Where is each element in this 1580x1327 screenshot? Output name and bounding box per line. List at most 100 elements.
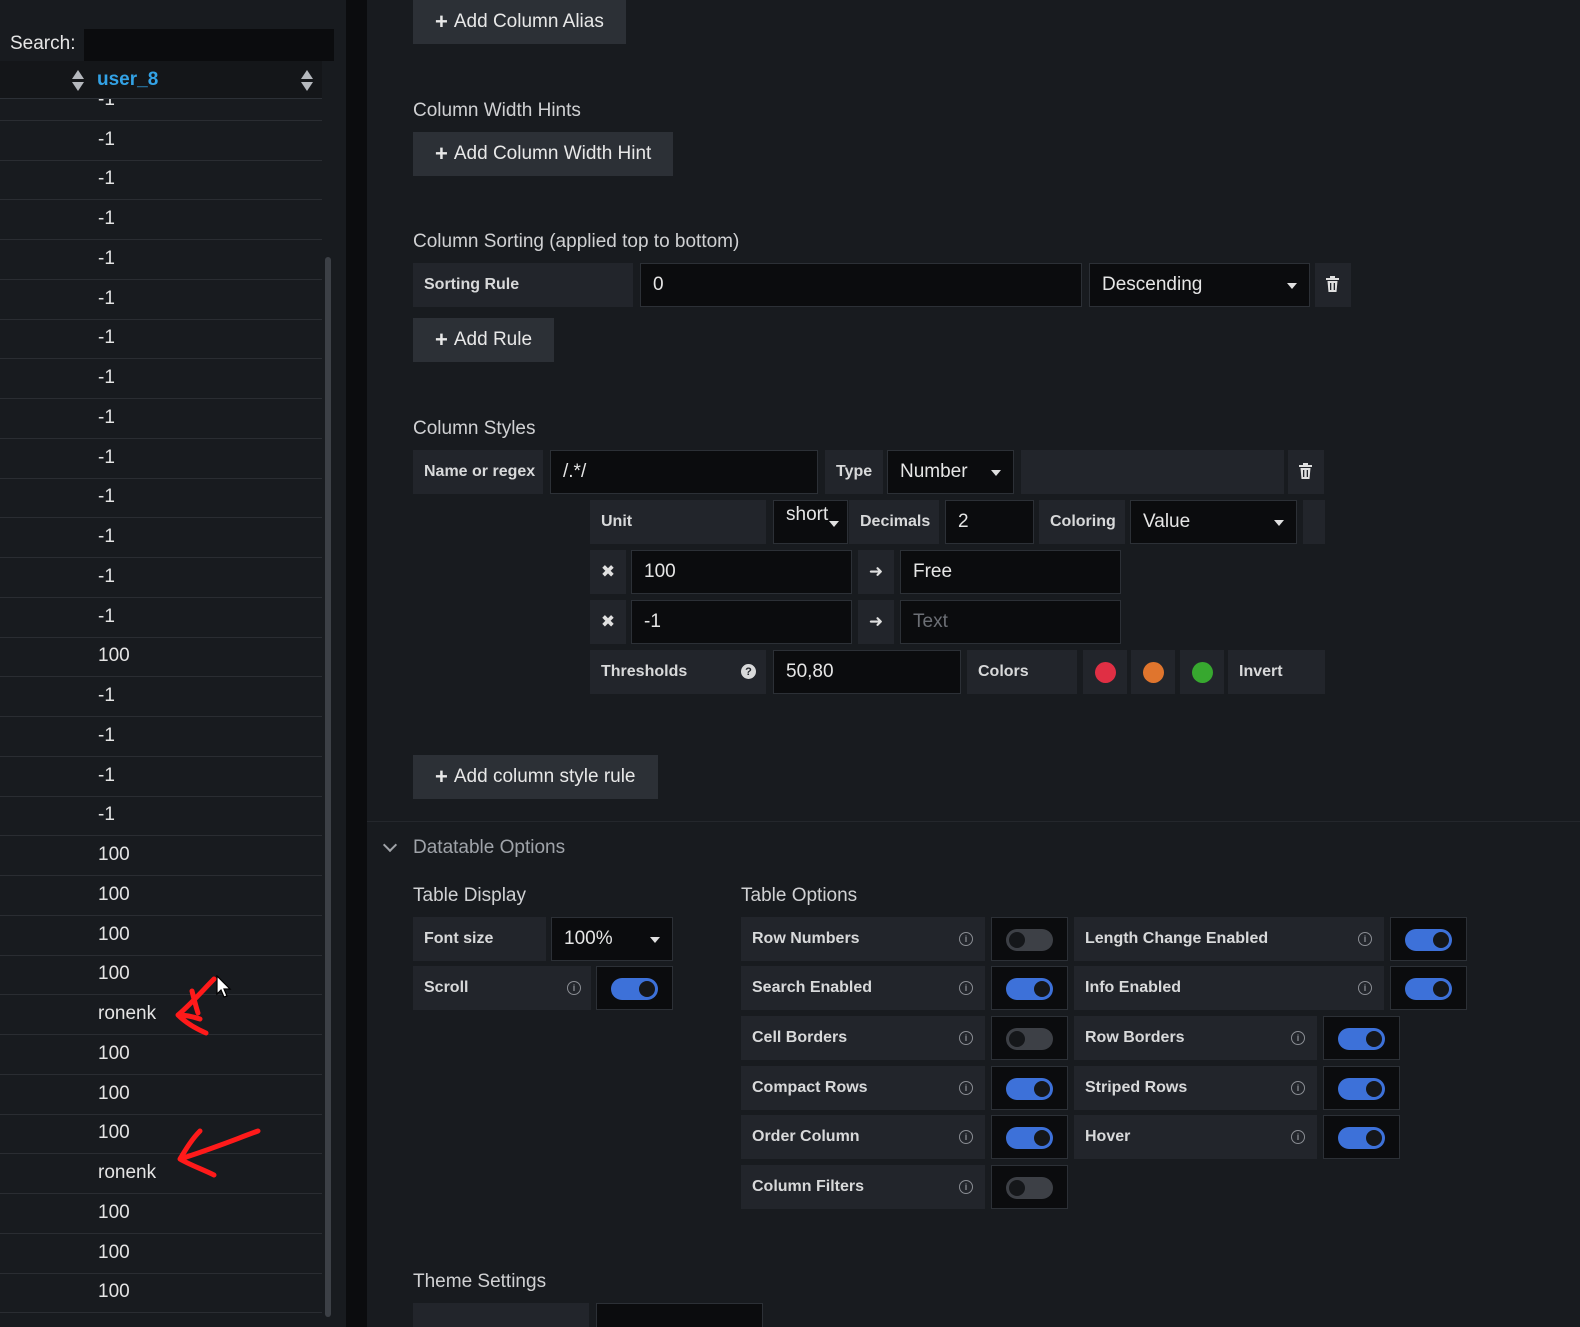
toggle-switch[interactable] [1338, 1028, 1385, 1050]
info-icon[interactable]: i [1358, 981, 1372, 995]
add-column-style-rule-button[interactable]: + Add column style rule [413, 755, 658, 799]
info-icon[interactable]: i [567, 981, 581, 995]
add-column-width-hint-button[interactable]: + Add Column Width Hint [413, 132, 674, 176]
caret-down-icon [829, 521, 839, 527]
invert-colors-button[interactable]: Invert [1228, 650, 1325, 694]
toggle-switch[interactable] [1006, 1177, 1053, 1199]
color-swatch-green[interactable] [1180, 650, 1224, 694]
table-cell: -1 [98, 565, 115, 587]
table-cell: ronenk [98, 1003, 157, 1024]
mapping-text-input[interactable]: Free [900, 550, 1121, 594]
info-icon[interactable]: i [1291, 1031, 1305, 1045]
toggle-switch[interactable] [1405, 978, 1452, 1000]
row-borders-toggle[interactable] [1323, 1016, 1400, 1060]
column-header-user-8[interactable]: user_8 [97, 69, 158, 91]
caret-down-icon [1287, 283, 1297, 289]
datatable-preview: Search: -1 -1 -1 -1 -1 -1 -1 -1 -1 -1 -1 -1 -1 -1 100 -… [0, 0, 346, 1327]
cell-borders-toggle[interactable] [991, 1016, 1068, 1060]
column-filters-toggle[interactable] [991, 1165, 1068, 1209]
search-input[interactable] [84, 29, 334, 61]
scroll-label: Scroll i [413, 966, 591, 1010]
sort-icon[interactable] [72, 70, 84, 92]
table-cell: -1 [98, 446, 115, 468]
color-swatch-red[interactable] [1083, 650, 1127, 694]
row-borders-label: Row Borders i [1074, 1016, 1317, 1060]
table-cell: 100 [98, 1241, 130, 1263]
type-extra-field [1021, 450, 1284, 494]
table-row: ronenk [0, 1154, 322, 1194]
info-icon[interactable]: i [1291, 1130, 1305, 1144]
mapping-text-input[interactable]: Text [900, 600, 1121, 644]
table-row: 100 [0, 955, 322, 996]
info-icon[interactable]: i [959, 1180, 973, 1194]
thresholds-label: Thresholds ? [590, 650, 766, 694]
remove-mapping-button[interactable]: ✖ [590, 550, 626, 594]
toggle-switch[interactable] [1006, 1028, 1053, 1050]
table-row: -1 [0, 319, 322, 360]
sorting-rule-input[interactable]: 0 [640, 263, 1082, 307]
info-enabled-toggle[interactable] [1390, 966, 1467, 1010]
chevron-down-icon[interactable] [382, 837, 398, 853]
toggle-switch[interactable] [1006, 929, 1053, 951]
scrollbar-thumb[interactable] [325, 257, 331, 1317]
table-cell: -1 [98, 168, 115, 190]
info-icon[interactable]: i [959, 1031, 973, 1045]
row-numbers-toggle[interactable] [991, 917, 1068, 961]
table-row: -1 [0, 200, 322, 240]
font-size-select[interactable]: 100% [551, 917, 673, 961]
search-enabled-toggle[interactable] [991, 966, 1068, 1010]
name-or-regex-input[interactable]: /.*/ [550, 450, 818, 494]
toggle-switch[interactable] [1338, 1127, 1385, 1149]
toggle-switch[interactable] [611, 978, 658, 1000]
type-select[interactable]: Number [887, 450, 1014, 494]
toggle-switch[interactable] [1006, 1127, 1053, 1149]
coloring-select[interactable]: Value [1130, 500, 1297, 544]
table-cell: 100 [98, 963, 130, 985]
info-icon[interactable]: i [1358, 932, 1372, 946]
theme-select[interactable] [596, 1303, 763, 1327]
plus-icon: + [435, 764, 448, 789]
caret-down-icon [1274, 520, 1284, 526]
scroll-toggle[interactable] [596, 966, 673, 1010]
trash-icon [1299, 463, 1312, 479]
order-column-toggle[interactable] [991, 1115, 1068, 1159]
table-row: -1 [0, 796, 322, 837]
sorting-direction-select[interactable]: Descending [1089, 263, 1310, 307]
info-icon[interactable]: i [959, 1130, 973, 1144]
add-column-alias-button[interactable]: + Add Column Alias [413, 0, 626, 44]
table-row: -1 [0, 677, 322, 717]
color-swatch-orange[interactable] [1131, 650, 1175, 694]
info-icon[interactable]: i [959, 932, 973, 946]
length-change-enabled-toggle[interactable] [1390, 917, 1467, 961]
unit-select[interactable]: short [773, 500, 848, 544]
thresholds-input[interactable]: 50,80 [773, 650, 961, 694]
toggle-switch[interactable] [1006, 978, 1053, 1000]
toggle-switch[interactable] [1405, 929, 1452, 951]
table-options-title: Table Options [741, 885, 858, 906]
cell-borders-label: Cell Borders i [741, 1016, 985, 1060]
toggle-switch[interactable] [1338, 1078, 1385, 1100]
toggle-switch[interactable] [1006, 1078, 1053, 1100]
add-rule-button[interactable]: + Add Rule [413, 318, 555, 362]
table-cell: -1 [98, 526, 115, 547]
info-icon[interactable]: i [1291, 1081, 1305, 1095]
table-cell: 100 [98, 1082, 130, 1104]
compact-rows-toggle[interactable] [991, 1066, 1068, 1110]
length-change-enabled-label: Length Change Enabled i [1074, 917, 1384, 961]
hover-toggle[interactable] [1323, 1115, 1400, 1159]
striped-rows-toggle[interactable] [1323, 1066, 1400, 1110]
table-row: 100 [0, 876, 322, 916]
mapping-value-input[interactable]: 100 [631, 550, 852, 594]
mapping-value-input[interactable]: -1 [631, 600, 852, 644]
datatable-options-title[interactable]: Datatable Options [413, 837, 565, 859]
table-cell: -1 [98, 406, 115, 428]
help-icon[interactable]: ? [741, 664, 756, 679]
sort-icon[interactable] [301, 70, 313, 92]
info-icon[interactable]: i [959, 1081, 973, 1095]
remove-mapping-button[interactable]: ✖ [590, 600, 626, 644]
info-enabled-label: Info Enabled i [1074, 966, 1384, 1010]
decimals-input[interactable]: 2 [945, 500, 1034, 544]
delete-style-rule-button[interactable] [1288, 450, 1324, 494]
info-icon[interactable]: i [959, 981, 973, 995]
delete-sorting-rule-button[interactable] [1315, 263, 1351, 307]
